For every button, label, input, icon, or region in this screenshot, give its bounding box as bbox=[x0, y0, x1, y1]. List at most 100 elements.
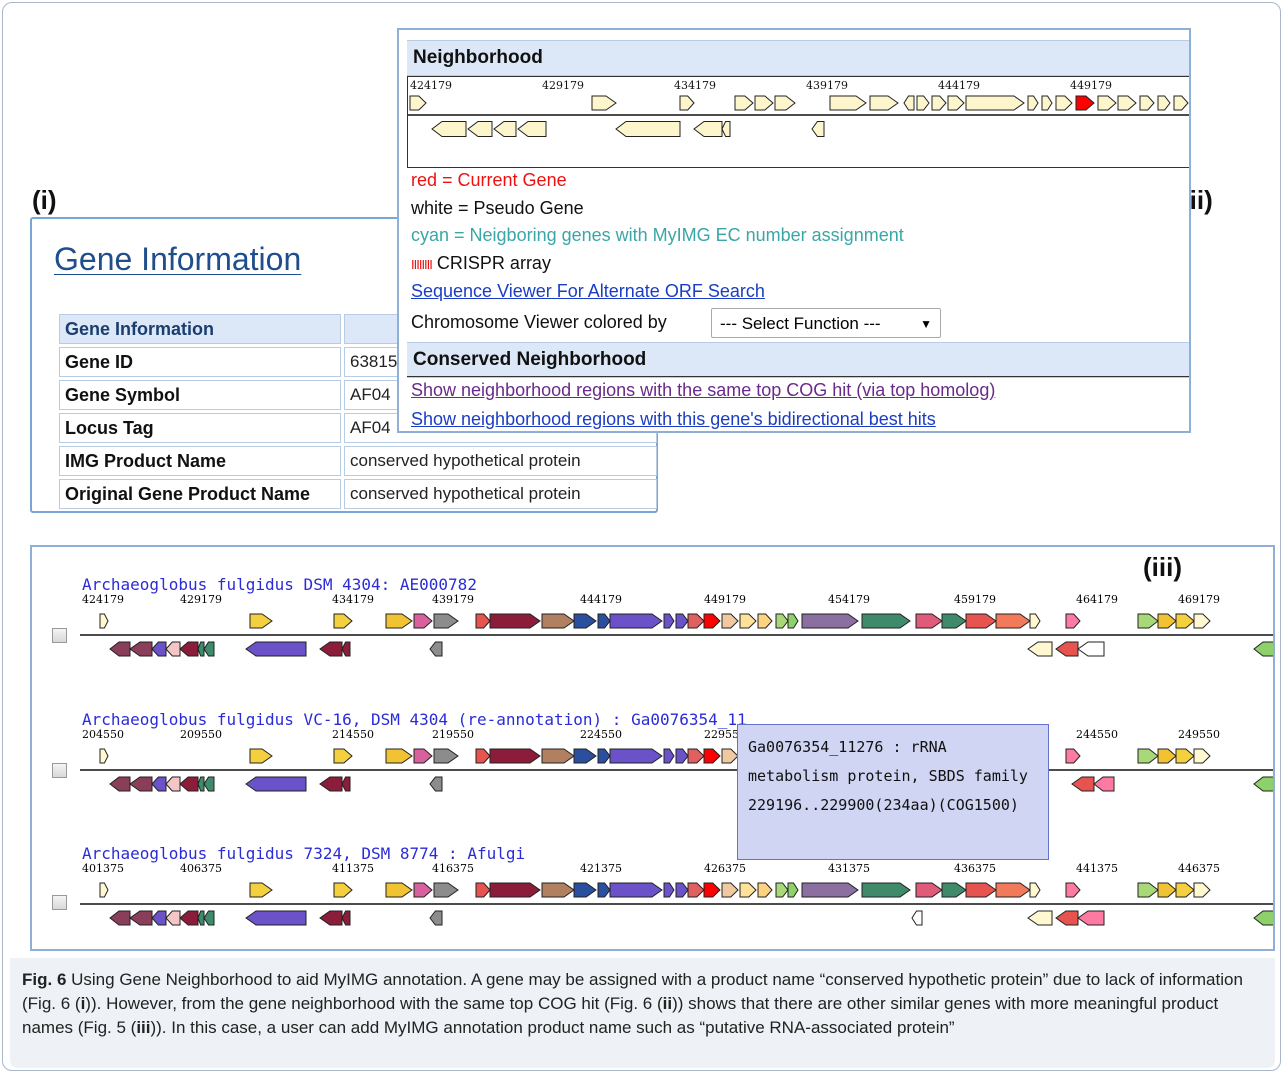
gene-arrow[interactable] bbox=[757, 613, 773, 629]
gene-arrow[interactable] bbox=[1029, 613, 1041, 629]
gene-arrow[interactable] bbox=[1193, 613, 1211, 629]
gene-arrow[interactable] bbox=[1253, 641, 1273, 657]
gene-arrow[interactable] bbox=[541, 748, 575, 764]
gene-arrow[interactable] bbox=[734, 95, 754, 111]
gene-arrow[interactable] bbox=[675, 748, 689, 764]
gene-arrow[interactable] bbox=[1157, 882, 1177, 898]
gene-arrow[interactable] bbox=[475, 748, 491, 764]
gene-arrow[interactable] bbox=[573, 882, 597, 898]
gene-arrow[interactable] bbox=[721, 882, 739, 898]
gene-arrow[interactable] bbox=[99, 882, 109, 898]
gene-arrow[interactable] bbox=[517, 121, 547, 137]
gene-arrow[interactable] bbox=[249, 882, 273, 898]
gene-arrow[interactable] bbox=[916, 95, 930, 111]
gene-arrow[interactable] bbox=[541, 882, 575, 898]
gene-arrow[interactable] bbox=[333, 882, 353, 898]
gene-arrow[interactable] bbox=[467, 121, 493, 137]
gene-arrow[interactable] bbox=[663, 613, 675, 629]
gene-arrow[interactable] bbox=[597, 748, 611, 764]
gene-arrow[interactable] bbox=[721, 748, 739, 764]
gene-arrow[interactable] bbox=[319, 910, 343, 926]
gene-arrow[interactable] bbox=[787, 613, 799, 629]
gene-arrow[interactable] bbox=[1175, 748, 1195, 764]
neighborhood-gene-map[interactable]: 424179 429179 434179 439179 444179 44917… bbox=[408, 77, 1191, 167]
gene-arrow[interactable] bbox=[829, 95, 867, 111]
gene-arrow[interactable] bbox=[475, 882, 491, 898]
genome-checkbox[interactable] bbox=[52, 895, 67, 910]
gene-arrow[interactable] bbox=[1041, 95, 1053, 111]
gene-arrow[interactable] bbox=[489, 748, 541, 764]
cog-hit-link[interactable]: Show neighborhood regions with the same … bbox=[411, 380, 995, 401]
gene-arrow[interactable] bbox=[931, 95, 947, 111]
gene-arrow[interactable] bbox=[245, 776, 307, 792]
gene-arrow[interactable] bbox=[775, 882, 789, 898]
gene-arrow[interactable] bbox=[675, 613, 689, 629]
gene-arrow[interactable] bbox=[245, 641, 307, 657]
gene-arrow[interactable] bbox=[703, 748, 721, 764]
gene-arrow[interactable] bbox=[609, 613, 663, 629]
gene-arrow[interactable] bbox=[609, 748, 663, 764]
gene-arrow[interactable] bbox=[385, 882, 413, 898]
gene-arrow[interactable] bbox=[385, 748, 413, 764]
gene-arrow[interactable] bbox=[687, 613, 705, 629]
sequence-viewer-link[interactable]: Sequence Viewer For Alternate ORF Search bbox=[411, 281, 765, 302]
gene-arrow[interactable] bbox=[915, 613, 943, 629]
genome-title[interactable]: Archaeoglobus fulgidus 7324, DSM 8774 : … bbox=[82, 844, 525, 863]
gene-arrow[interactable] bbox=[409, 95, 427, 111]
gene-arrow[interactable] bbox=[1137, 748, 1159, 764]
gene-arrow[interactable] bbox=[433, 748, 459, 764]
gene-arrow[interactable] bbox=[1137, 613, 1159, 629]
gene-arrow[interactable] bbox=[861, 882, 911, 898]
gene-arrow[interactable] bbox=[1027, 95, 1039, 111]
gene-arrow[interactable] bbox=[861, 613, 911, 629]
gene-arrow[interactable] bbox=[1157, 748, 1177, 764]
gene-arrow[interactable] bbox=[429, 910, 443, 926]
gene-arrow[interactable] bbox=[1029, 882, 1041, 898]
gene-arrow[interactable] bbox=[179, 641, 199, 657]
function-select[interactable]: --- Select Function --- ▼ bbox=[711, 308, 941, 338]
gene-arrow[interactable] bbox=[99, 748, 109, 764]
gene-arrow[interactable] bbox=[965, 882, 997, 898]
gene-arrow[interactable] bbox=[721, 613, 739, 629]
gene-arrow[interactable] bbox=[1055, 95, 1073, 111]
gene-arrow[interactable] bbox=[941, 882, 967, 898]
gene-arrow[interactable] bbox=[197, 776, 205, 792]
gene-arrow[interactable] bbox=[1065, 748, 1081, 764]
gene-arrow[interactable] bbox=[1055, 641, 1079, 657]
bbh-link[interactable]: Show neighborhood regions with this gene… bbox=[411, 409, 936, 430]
gene-arrow[interactable] bbox=[1065, 613, 1081, 629]
gene-arrow[interactable] bbox=[811, 121, 825, 137]
gene-arrow[interactable] bbox=[203, 776, 215, 792]
gene-arrow[interactable] bbox=[775, 613, 789, 629]
gene-arrow[interactable] bbox=[109, 910, 131, 926]
gene-arrow[interactable] bbox=[249, 748, 273, 764]
genome-track[interactable]: 401375 406375 411375 416375 421375 426375 4313… bbox=[32, 862, 1273, 932]
gene-arrow[interactable] bbox=[739, 613, 757, 629]
gene-arrow[interactable] bbox=[109, 641, 131, 657]
gene-arrow[interactable] bbox=[165, 641, 181, 657]
gene-arrow[interactable] bbox=[687, 882, 705, 898]
gene-arrow[interactable] bbox=[801, 613, 859, 629]
gene-arrow[interactable] bbox=[249, 613, 273, 629]
gene-arrow[interactable] bbox=[433, 882, 459, 898]
gene-arrow[interactable] bbox=[1071, 776, 1095, 792]
gene-arrow[interactable] bbox=[165, 776, 181, 792]
gene-arrow[interactable] bbox=[801, 882, 859, 898]
gene-arrow[interactable] bbox=[541, 613, 575, 629]
gene-arrow[interactable] bbox=[333, 613, 353, 629]
gene-arrow[interactable] bbox=[129, 776, 153, 792]
gene-arrow[interactable] bbox=[573, 613, 597, 629]
gene-arrow[interactable] bbox=[341, 776, 351, 792]
gene-arrow[interactable] bbox=[1190, 96, 1191, 110]
gene-arrow[interactable] bbox=[433, 613, 459, 629]
gene-arrow[interactable] bbox=[1027, 641, 1053, 657]
gene-arrow[interactable] bbox=[413, 613, 433, 629]
gene-arrow[interactable] bbox=[609, 882, 663, 898]
gene-arrow[interactable] bbox=[869, 95, 899, 111]
gene-arrow[interactable] bbox=[679, 95, 695, 111]
gene-arrow[interactable] bbox=[1157, 95, 1171, 111]
gene-information-heading[interactable]: Gene Information bbox=[54, 241, 301, 278]
gene-arrow[interactable] bbox=[165, 910, 181, 926]
gene-arrow[interactable] bbox=[663, 882, 675, 898]
gene-arrow[interactable] bbox=[413, 882, 433, 898]
